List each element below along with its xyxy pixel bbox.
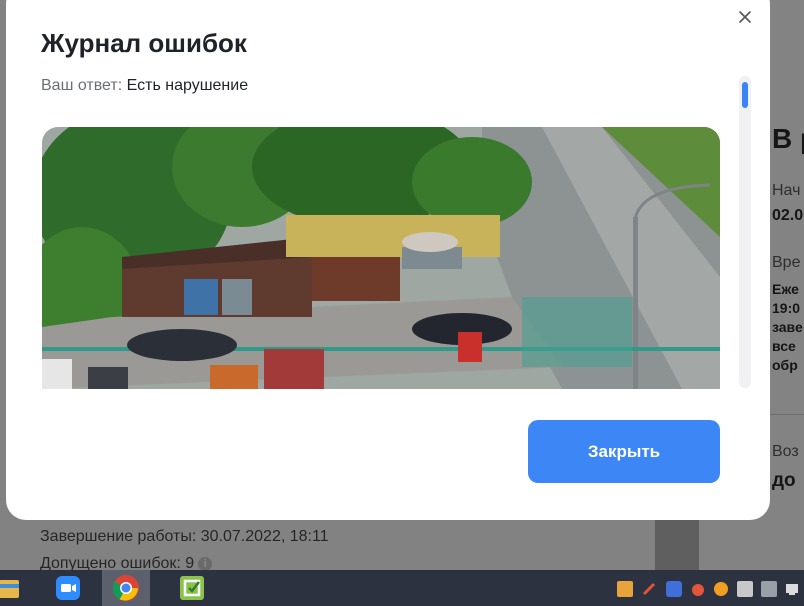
close-icon[interactable]	[737, 9, 753, 25]
answer-row: Ваш ответ: Есть нарушение	[41, 77, 248, 95]
modal-title: Журнал ошибок	[41, 28, 247, 58]
time-line: обр	[772, 357, 798, 373]
error-log-modal: Журнал ошибок Ваш ответ: Есть нарушение	[6, 0, 770, 520]
time-line: заве	[772, 319, 803, 335]
time-line: все	[772, 338, 796, 354]
reward-label: Воз	[772, 443, 799, 460]
drive-tray-icon[interactable]	[761, 581, 777, 597]
green-app-icon[interactable]	[168, 570, 216, 606]
right-panel-title: В р	[772, 123, 804, 154]
time-line: 19:0	[772, 300, 801, 316]
file-manager-icon[interactable]	[0, 570, 28, 606]
orange-tray-icon[interactable]	[713, 581, 729, 597]
scrollbar-thumb[interactable]	[742, 82, 748, 108]
start-value: 02.0	[772, 207, 804, 224]
taskbar	[0, 570, 804, 606]
network-tray-icon[interactable]	[785, 581, 801, 597]
info-icon[interactable]: i	[198, 557, 213, 571]
close-button[interactable]: Закрыть	[528, 420, 720, 483]
time-label: Вре	[772, 254, 801, 271]
zoom-icon[interactable]	[44, 570, 92, 606]
modal-scrollbar[interactable]	[739, 76, 751, 388]
chrome-icon[interactable]	[102, 570, 150, 606]
pen-tray-icon[interactable]	[641, 581, 657, 597]
s-tray-icon[interactable]	[617, 581, 633, 597]
monitor-tray-icon[interactable]	[737, 581, 753, 597]
fire-tray-icon[interactable]	[690, 581, 706, 597]
finish-time-text: Завершение работы: 30.07.2022, 18:11	[40, 528, 329, 545]
time-line: Еже	[772, 281, 799, 297]
start-label: Нач	[772, 182, 801, 199]
yandex-tray-icon[interactable]	[666, 581, 682, 597]
answer-value: Есть нарушение	[126, 77, 249, 94]
camera-snapshot-image	[42, 127, 720, 389]
reward-value: до	[772, 470, 796, 491]
answer-label: Ваш ответ:	[41, 77, 123, 94]
